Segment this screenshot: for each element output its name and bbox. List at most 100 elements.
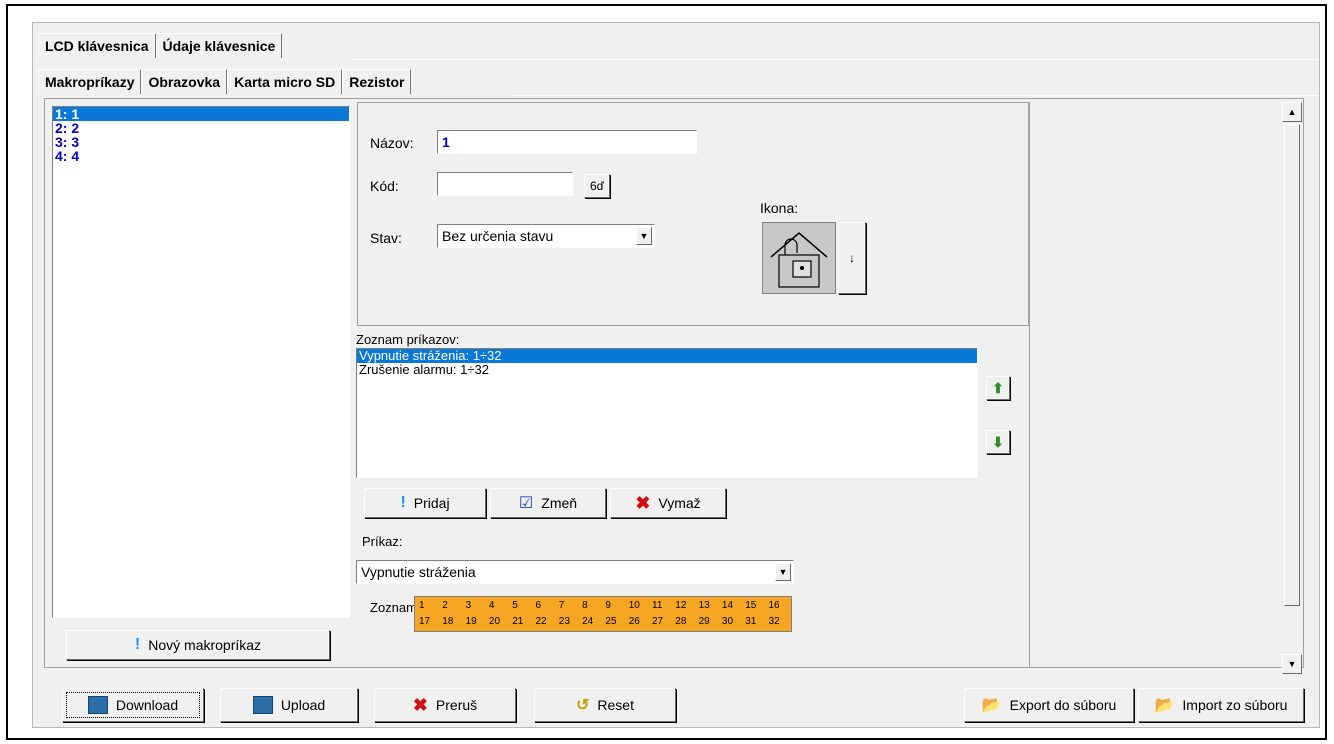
partition-grid[interactable]: 1 2 3 4 5 6 7 8 9 10 11 12 13 14 15 16 17 18 19 20 21 22 23 24 2… bbox=[414, 596, 792, 632]
scrollbar[interactable]: ▲ ▼ bbox=[1282, 100, 1302, 680]
partition-cell[interactable]: 20 bbox=[489, 616, 500, 627]
partition-cell[interactable]: 2 bbox=[442, 600, 448, 611]
partition-cell[interactable]: 17 bbox=[419, 616, 430, 627]
partition-cell[interactable]: 31 bbox=[745, 616, 756, 627]
partition-cell[interactable]: 22 bbox=[536, 616, 547, 627]
abort-button[interactable]: ✖ Preruš bbox=[374, 688, 516, 722]
state-select[interactable]: Bez určenia stavu ▼ bbox=[437, 224, 655, 248]
top-tabs: LCD klávesnica Údaje klávesnice bbox=[38, 30, 283, 58]
tab-screen[interactable]: Obrazovka bbox=[141, 69, 228, 94]
house-lock-icon[interactable] bbox=[762, 222, 836, 294]
partition-cell[interactable]: 25 bbox=[605, 616, 616, 627]
list-item[interactable]: Vypnutie stráženia: 1÷32 bbox=[357, 349, 977, 363]
partition-cell[interactable]: 4 bbox=[489, 600, 495, 611]
partition-cell[interactable]: 26 bbox=[629, 616, 640, 627]
partition-cell[interactable]: 19 bbox=[466, 616, 477, 627]
chevron-down-icon[interactable]: ▼ bbox=[636, 227, 652, 245]
partition-cell[interactable]: 23 bbox=[559, 616, 570, 627]
command-value: Vypnutie stráženia bbox=[361, 564, 476, 580]
icon-select-button[interactable]: ↓ bbox=[838, 222, 866, 294]
partition-cell[interactable]: 3 bbox=[466, 600, 472, 611]
folder-export-icon: 📂 bbox=[981, 697, 1002, 714]
move-up-button[interactable]: ⬆ bbox=[986, 376, 1010, 400]
macro-list[interactable]: 1: 1 2: 2 3: 3 4: 4 bbox=[52, 106, 350, 618]
change-button[interactable]: ☑ Zmeň bbox=[490, 488, 606, 518]
list-item[interactable]: 3: 3 bbox=[53, 135, 349, 149]
list-item[interactable]: Zrušenie alarmu: 1÷32 bbox=[357, 363, 977, 377]
new-macro-label: Nový makropríkaz bbox=[148, 637, 262, 653]
subtab-divider bbox=[512, 95, 1318, 96]
tab-divider bbox=[350, 59, 1318, 60]
red-x-icon: ✖ bbox=[635, 492, 651, 513]
abort-label: Preruš bbox=[435, 697, 478, 713]
upload-button[interactable]: Upload bbox=[220, 688, 358, 722]
partition-cell[interactable]: 32 bbox=[769, 616, 780, 627]
list-item[interactable]: 4: 4 bbox=[53, 149, 349, 163]
new-macro-button[interactable]: ! Nový makropríkaz bbox=[66, 630, 330, 660]
partition-cell[interactable]: 11 bbox=[652, 600, 662, 611]
commands-list[interactable]: Vypnutie stráženia: 1÷32 Zrušenie alarmu… bbox=[356, 348, 978, 478]
triangle-down-icon: ▼ bbox=[1287, 659, 1297, 669]
icon-label: Ikona: bbox=[760, 200, 799, 216]
name-label: Názov: bbox=[370, 135, 414, 151]
partition-cell[interactable]: 7 bbox=[559, 600, 565, 611]
partition-cell[interactable]: 12 bbox=[675, 600, 686, 611]
tab-macros[interactable]: Makropríkazy bbox=[38, 69, 142, 94]
triangle-up-icon: ▲ bbox=[1287, 107, 1297, 117]
reset-label: Reset bbox=[597, 697, 634, 713]
name-field[interactable]: 1 bbox=[437, 130, 697, 154]
tab-resistor[interactable]: Rezistor bbox=[342, 69, 412, 94]
chevron-down-icon[interactable]: ▼ bbox=[775, 563, 791, 581]
command-select[interactable]: Vypnutie stráženia ▼ bbox=[356, 560, 794, 584]
partition-cell[interactable]: 1 bbox=[419, 600, 425, 611]
exclamation-icon: ! bbox=[400, 494, 406, 511]
command-label: Príkaz: bbox=[362, 534, 403, 549]
partition-cell[interactable]: 10 bbox=[629, 600, 640, 611]
partition-cell[interactable]: 29 bbox=[699, 616, 710, 627]
scroll-up-button[interactable]: ▲ bbox=[1282, 102, 1302, 122]
checkbox-icon: ☑ bbox=[518, 495, 534, 512]
export-label: Export do súboru bbox=[1009, 697, 1117, 713]
partition-cell[interactable]: 28 bbox=[675, 616, 686, 627]
delete-label: Vymaž bbox=[658, 495, 701, 511]
code-field[interactable] bbox=[437, 172, 573, 196]
list-item[interactable]: 2: 2 bbox=[53, 121, 349, 135]
folder-import-icon: 📂 bbox=[1154, 697, 1175, 714]
scroll-down-button[interactable]: ▼ bbox=[1282, 654, 1302, 674]
partition-cell[interactable]: 14 bbox=[722, 600, 733, 611]
partition-cell[interactable]: 15 bbox=[745, 600, 756, 611]
arrow-down-icon: ⬇ bbox=[992, 433, 1004, 450]
partition-cell[interactable]: 27 bbox=[652, 616, 663, 627]
tab-keypad-data[interactable]: Údaje klávesnice bbox=[155, 33, 283, 58]
partition-cell[interactable]: 21 bbox=[512, 616, 523, 627]
tab-lcd-keypad[interactable]: LCD klávesnica bbox=[38, 33, 156, 58]
partition-cell[interactable]: 6 bbox=[536, 600, 542, 611]
download-button[interactable]: Download bbox=[62, 688, 204, 722]
partition-cell[interactable]: 9 bbox=[605, 600, 611, 611]
scroll-thumb[interactable] bbox=[1284, 124, 1300, 606]
code-label: Kód: bbox=[370, 178, 399, 194]
reset-button[interactable]: ↺ Reset bbox=[534, 688, 676, 722]
delete-button[interactable]: ✖ Vymaž bbox=[610, 488, 726, 518]
list-item[interactable]: 1: 1 bbox=[53, 107, 349, 121]
add-button[interactable]: ! Pridaj bbox=[364, 488, 486, 518]
move-down-button[interactable]: ⬇ bbox=[986, 430, 1010, 454]
partition-cell[interactable]: 16 bbox=[769, 600, 780, 611]
export-button[interactable]: 📂 Export do súboru bbox=[964, 688, 1134, 722]
partition-cell[interactable]: 5 bbox=[512, 600, 518, 611]
upload-label: Upload bbox=[280, 697, 326, 713]
partition-cell[interactable]: 24 bbox=[582, 616, 593, 627]
show-code-button[interactable]: 6ď bbox=[584, 174, 610, 198]
partition-cell[interactable]: 8 bbox=[582, 600, 588, 611]
glasses-icon: 6ď bbox=[589, 179, 605, 193]
tab-micro-sd[interactable]: Karta micro SD bbox=[227, 69, 343, 94]
commands-label: Zoznam príkazov: bbox=[356, 332, 460, 347]
partition-cell[interactable]: 30 bbox=[722, 616, 733, 627]
add-label: Pridaj bbox=[413, 495, 450, 511]
partition-cell[interactable]: 18 bbox=[442, 616, 453, 627]
exclamation-icon: ! bbox=[134, 636, 141, 653]
state-label: Stav: bbox=[370, 230, 402, 246]
state-value: Bez určenia stavu bbox=[442, 228, 554, 244]
partition-cell[interactable]: 13 bbox=[699, 600, 710, 611]
import-button[interactable]: 📂 Import zo súboru bbox=[1138, 688, 1304, 722]
